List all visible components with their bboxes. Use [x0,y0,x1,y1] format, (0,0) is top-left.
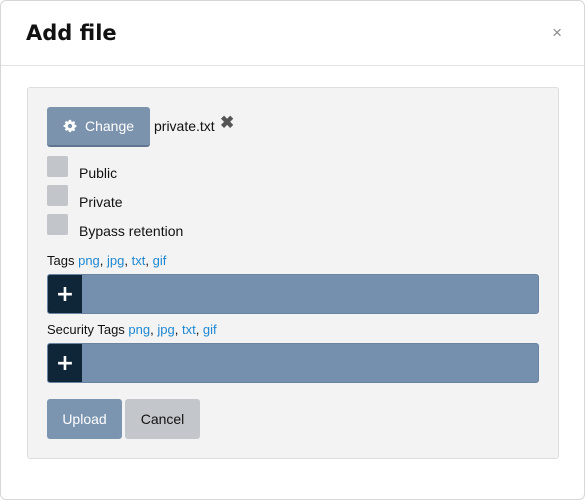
dialog-title: Add file [26,21,117,45]
public-checkbox[interactable] [47,156,68,177]
upload-form-panel: Change private.txt ✖ Public Private Bypa… [27,87,559,459]
dialog-header: Add file × [1,1,584,66]
security-tags-ext-gif[interactable]: gif [203,322,217,337]
tags-input-bar[interactable]: + [47,274,539,314]
bypass-retention-label: Bypass retention [79,223,184,239]
security-tags-label: Security Tags [47,322,125,337]
security-tags-input-bar[interactable]: + [47,343,539,383]
add-file-dialog: Add file × Change private.txt ✖ Public P… [0,0,585,500]
tags-ext-png[interactable]: png [78,253,100,268]
tags-ext-jpg[interactable]: jpg [107,253,124,268]
tags-label-row: Tags png, jpg, txt, gif [47,253,167,268]
gear-icon [63,119,77,133]
upload-button[interactable]: Upload [47,399,122,439]
security-tags-ext-txt[interactable]: txt [182,322,196,337]
remove-file-icon[interactable]: ✖ [220,114,234,131]
private-checkbox[interactable] [47,185,68,206]
add-security-tag-button[interactable]: + [48,344,82,382]
security-tags-ext-jpg[interactable]: jpg [157,322,174,337]
public-label: Public [79,165,118,181]
private-label: Private [79,194,123,210]
bypass-retention-checkbox[interactable] [47,214,68,235]
cancel-button[interactable]: Cancel [125,399,200,439]
security-tags-ext-png[interactable]: png [128,322,150,337]
security-tags-label-row: Security Tags png, jpg, txt, gif [47,322,217,337]
tags-ext-txt[interactable]: txt [132,253,146,268]
selected-filename: private.txt [154,118,215,134]
change-file-button[interactable]: Change [47,107,150,147]
tags-label: Tags [47,253,75,268]
add-tag-button[interactable]: + [48,275,82,313]
tags-ext-gif[interactable]: gif [153,253,167,268]
close-icon[interactable]: × [552,24,562,41]
change-button-label: Change [84,118,135,134]
